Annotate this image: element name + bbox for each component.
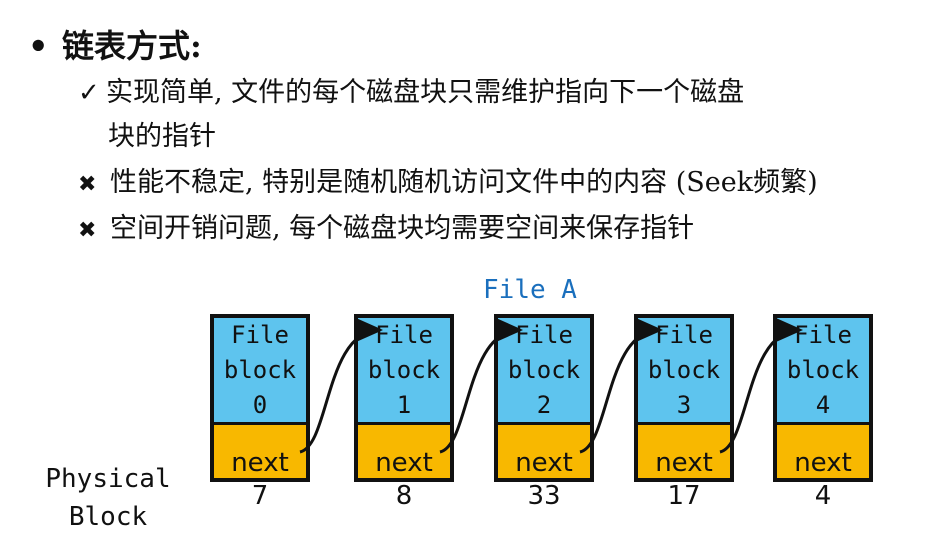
pointer-arrow [719,318,803,454]
physical-block-number: 17 [667,481,701,511]
physical-label-line: Physical [45,464,171,494]
pointer-arrow [579,318,663,454]
physical-block-label: Physical Block [28,460,188,536]
pointer-arrow [299,318,383,454]
physical-block-number: 7 [251,481,269,511]
physical-block-number: 4 [814,481,832,511]
linked-allocation-diagram: File A File block 0 next File block 1 ne… [0,0,947,549]
pointer-arrow [439,318,523,454]
physical-block-number: 8 [395,481,413,511]
physical-block-number: 33 [527,481,561,511]
physical-label-line: Block [68,502,148,532]
